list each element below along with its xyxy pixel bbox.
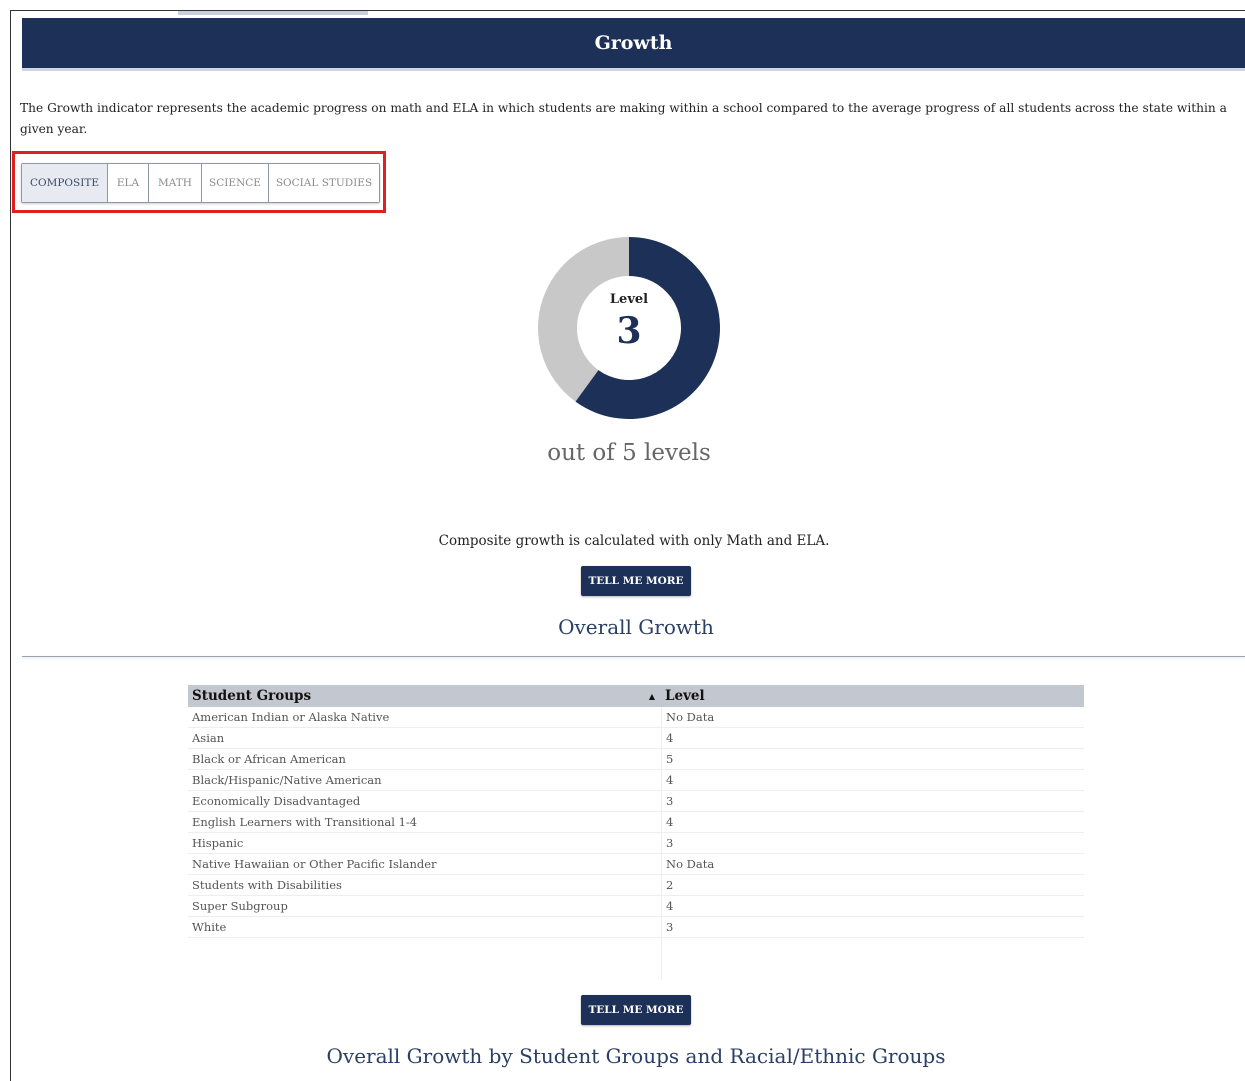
student-group-cell: White	[192, 920, 227, 934]
student-group-cell: Super Subgroup	[192, 899, 288, 913]
level-cell: 4	[661, 770, 1084, 790]
level-value: 3	[616, 310, 642, 352]
table-row: American Indian or Alaska Native No Data	[188, 707, 1084, 728]
table-filler-cell	[188, 938, 661, 980]
table-header-row: Student Groups ▲ Level	[188, 685, 1084, 707]
table-row: White 3	[188, 917, 1084, 938]
level-cell: 5	[661, 749, 1084, 769]
student-group-cell: Asian	[192, 731, 225, 745]
tab-math[interactable]: MATH	[149, 164, 202, 202]
student-group-cell: Black or African American	[192, 752, 346, 766]
growth-description: The Growth indicator represents the acad…	[20, 101, 1227, 136]
tab-ela[interactable]: ELA	[108, 164, 149, 202]
level-cell: 4	[661, 812, 1084, 832]
table-filler-cell	[661, 938, 1084, 980]
level-cell: 3	[661, 833, 1084, 853]
table-row: Super Subgroup 4	[188, 896, 1084, 917]
table-body: American Indian or Alaska Native No Data A…	[188, 707, 1084, 938]
subject-tabs: COMPOSITE ELA MATH SCIENCE SOCIAL STUDIE…	[21, 163, 380, 203]
table-row: Asian 4	[188, 728, 1084, 749]
tab-social-studies[interactable]: SOCIAL STUDIES	[269, 164, 379, 202]
column-header-level[interactable]: Level	[661, 685, 1084, 707]
overall-growth-title: Overall Growth	[558, 615, 714, 639]
level-cell: No Data	[661, 707, 1084, 727]
level-cell: 3	[661, 917, 1084, 937]
column-header-student-groups[interactable]: Student Groups ▲	[188, 685, 661, 707]
level-cell: No Data	[661, 854, 1084, 874]
growth-by-groups-title: Overall Growth by Student Groups and Rac…	[326, 1044, 946, 1068]
growth-header: Growth	[22, 18, 1245, 71]
page-title: Growth	[594, 32, 673, 54]
top-tab-strip	[178, 11, 368, 15]
student-group-cell: Black/Hispanic/Native American	[192, 773, 382, 787]
level-caption: out of 5 levels	[547, 440, 711, 466]
tab-composite[interactable]: COMPOSITE	[22, 164, 108, 202]
column-header-student-groups-label: Student Groups	[192, 688, 312, 704]
student-group-cell: Economically Disadvantaged	[192, 794, 361, 808]
student-groups-table: Student Groups ▲ Level American Indian o…	[188, 685, 1084, 980]
tab-science[interactable]: SCIENCE	[202, 164, 269, 202]
student-group-cell: Native Hawaiian or Other Pacific Islande…	[192, 857, 437, 871]
table-row: Black or African American 5	[188, 749, 1084, 770]
table-row: English Learners with Transitional 1-4 4	[188, 812, 1084, 833]
section-divider	[22, 656, 1245, 657]
table-row: Hispanic 3	[188, 833, 1084, 854]
level-cell: 4	[661, 728, 1084, 748]
level-label: Level	[609, 292, 649, 307]
level-cell: 4	[661, 896, 1084, 916]
level-cell: 3	[661, 791, 1084, 811]
table-row: Native Hawaiian or Other Pacific Islande…	[188, 854, 1084, 875]
student-group-cell: Hispanic	[192, 836, 244, 850]
student-group-cell: English Learners with Transitional 1-4	[192, 815, 418, 829]
level-cell: 2	[661, 875, 1084, 895]
sort-ascending-icon[interactable]: ▲	[649, 685, 655, 707]
student-group-cell: Students with Disabilities	[192, 878, 342, 892]
table-filler	[188, 938, 1084, 980]
table-row: Economically Disadvantaged 3	[188, 791, 1084, 812]
table-row: Students with Disabilities 2	[188, 875, 1084, 896]
table-row: Black/Hispanic/Native American 4	[188, 770, 1084, 791]
composite-note: Composite growth is calculated with only…	[438, 533, 830, 549]
student-group-cell: American Indian or Alaska Native	[192, 710, 390, 724]
tell-me-more-groups-button[interactable]: TELL ME MORE	[581, 995, 691, 1025]
tell-me-more-button[interactable]: TELL ME MORE	[581, 566, 691, 596]
